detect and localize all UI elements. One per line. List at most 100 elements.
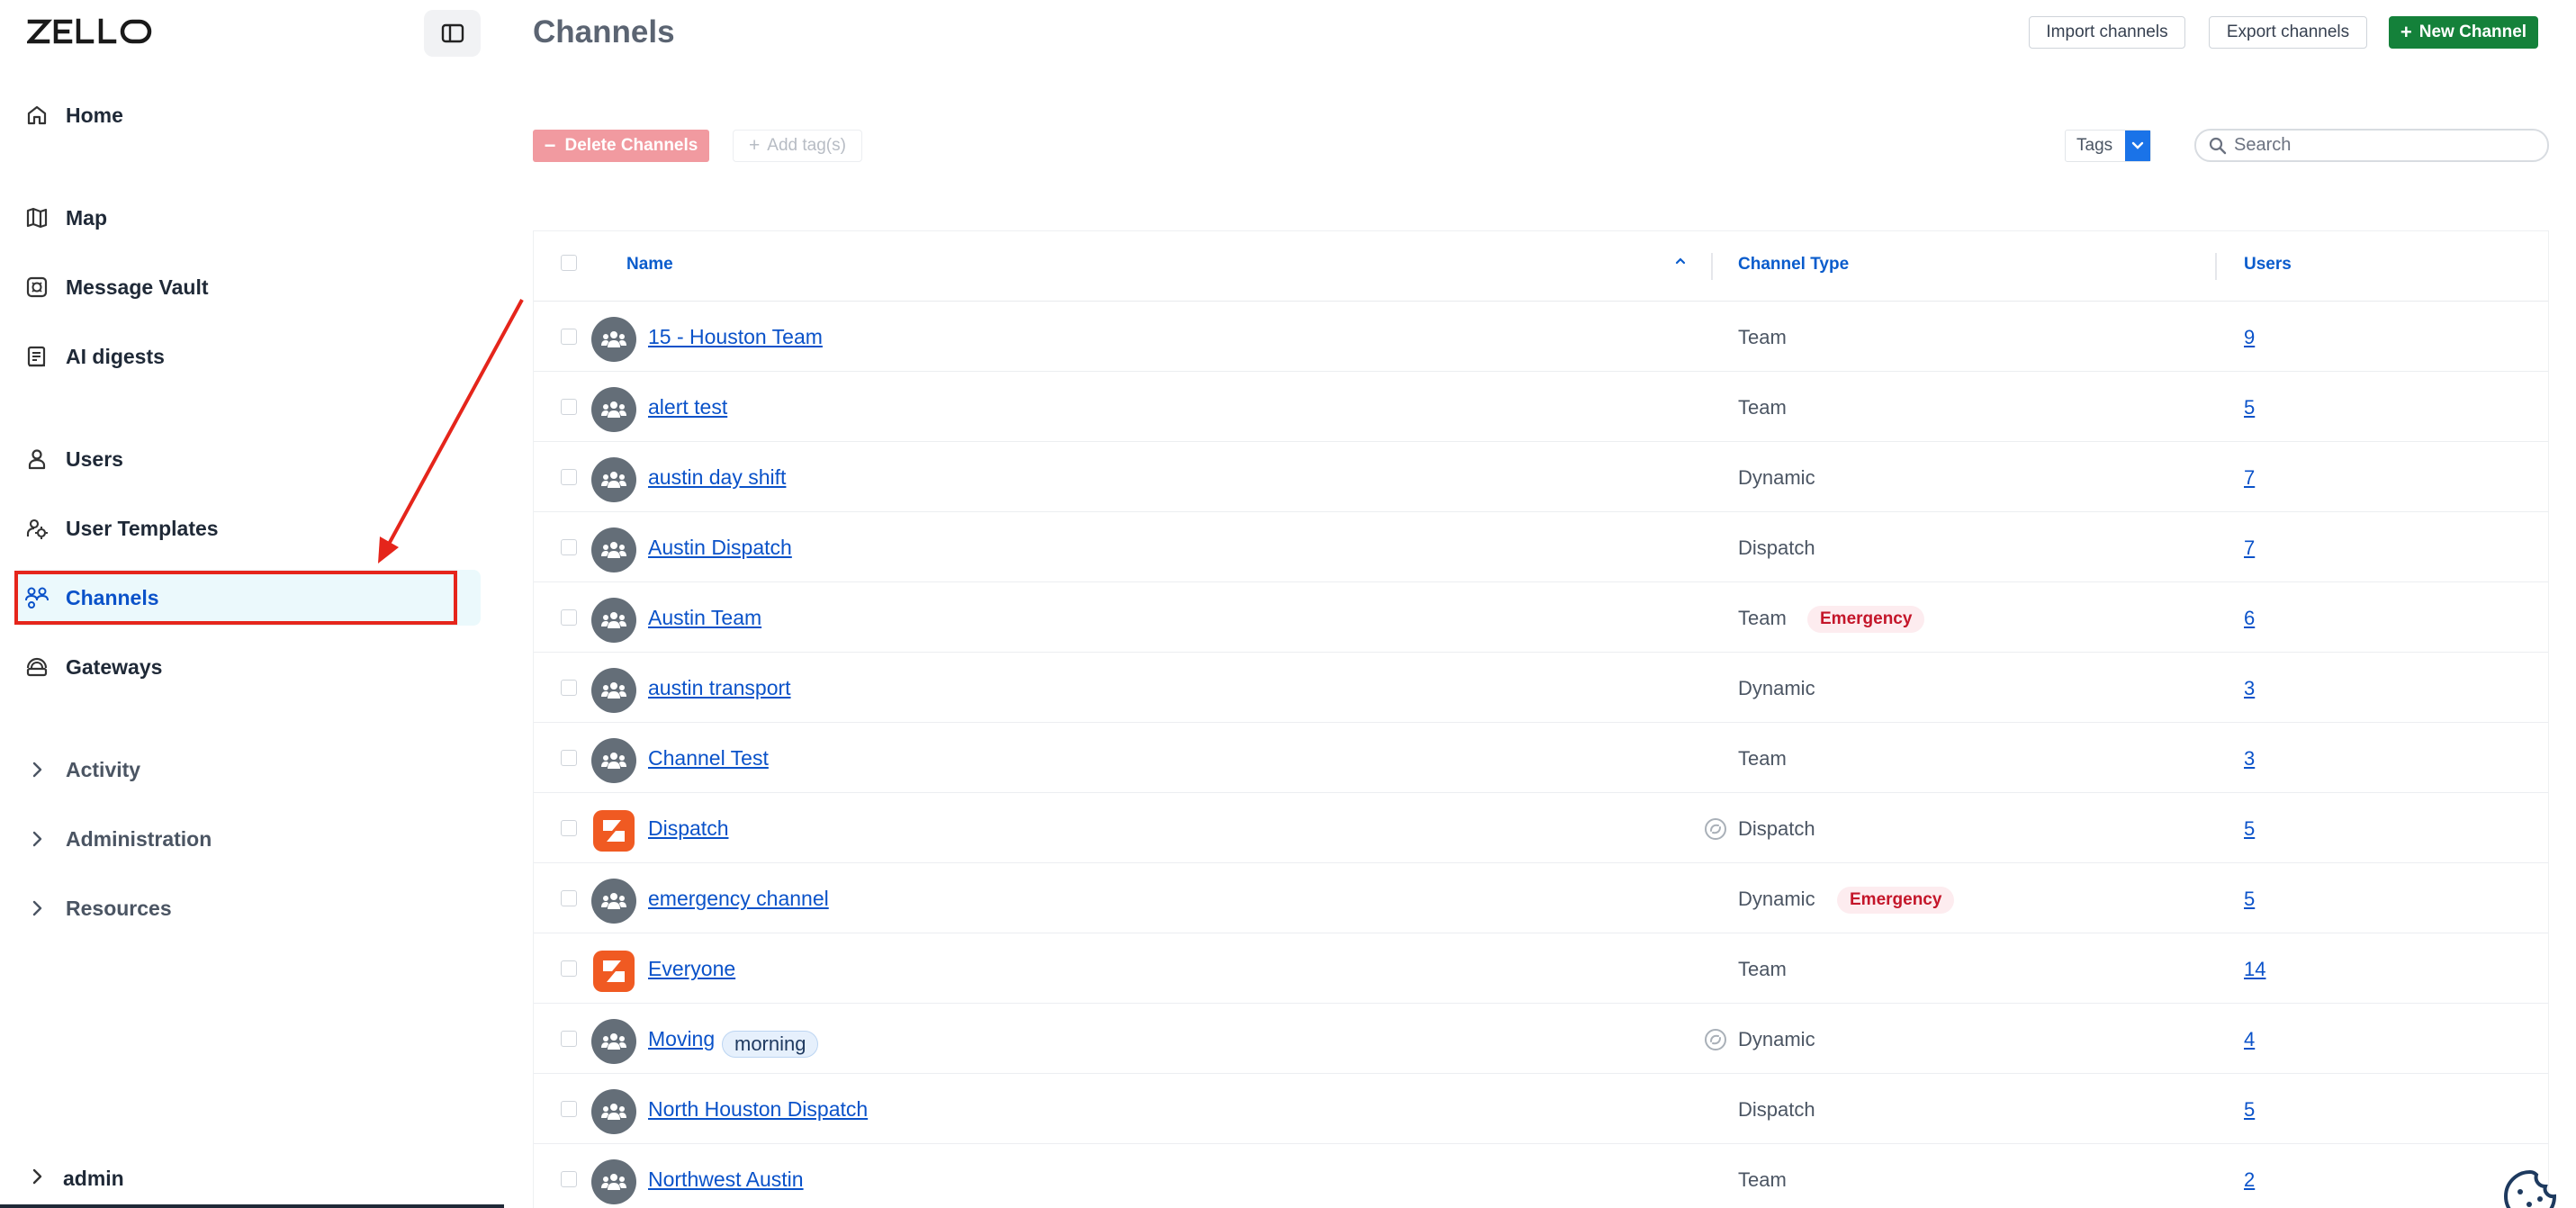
channel-type: Team — [1738, 747, 1787, 770]
table-row[interactable]: emergency channel Dynamic Emergency 5 — [534, 863, 2548, 933]
table-row[interactable]: alert test Team 5 — [534, 372, 2548, 442]
sidebar-item-label: User Templates — [66, 516, 219, 540]
users-count-link[interactable]: 5 — [2244, 396, 2255, 419]
row-checkbox[interactable] — [561, 750, 577, 766]
row-checkbox[interactable] — [561, 820, 577, 836]
search-input[interactable] — [2234, 135, 2540, 156]
sidebar-item-users[interactable]: Users — [14, 431, 481, 487]
column-header-name[interactable]: Name — [626, 255, 673, 275]
sidebar-item-label: Message Vault — [66, 275, 209, 299]
channel-name-link[interactable]: Austin Dispatch — [648, 536, 792, 560]
channel-name-link[interactable]: Austin Team — [648, 606, 761, 630]
row-checkbox[interactable] — [561, 1101, 577, 1117]
add-tags-button[interactable]: + Add tag(s) — [733, 130, 862, 162]
row-checkbox[interactable] — [561, 399, 577, 415]
users-count-link[interactable]: 14 — [2244, 958, 2265, 981]
table-row[interactable]: Austin Dispatch Dispatch 7 — [534, 512, 2548, 582]
table-row[interactable]: Dispatch Dispatch 5 — [534, 793, 2548, 863]
new-channel-button[interactable]: + New Channel — [2389, 16, 2538, 49]
row-checkbox[interactable] — [561, 469, 577, 485]
sidebar-item-message-vault[interactable]: Message Vault — [14, 259, 481, 315]
row-checkbox[interactable] — [561, 960, 577, 977]
account-menu[interactable]: admin — [27, 1167, 124, 1191]
channel-type: Dynamic — [1738, 1028, 1815, 1050]
table-row[interactable]: Austin Team Team Emergency 6 — [534, 582, 2548, 653]
users-count-link[interactable]: 2 — [2244, 1168, 2255, 1192]
users-count-link[interactable]: 3 — [2244, 747, 2255, 771]
users-count-link[interactable]: 6 — [2244, 607, 2255, 630]
shared-channel-icon — [1704, 1028, 1727, 1051]
table-row[interactable]: austin transport Dynamic 3 — [534, 653, 2548, 723]
row-checkbox[interactable] — [561, 609, 577, 626]
users-count-link[interactable]: 5 — [2244, 817, 2255, 841]
sidebar-item-gateways[interactable]: Gateways — [14, 639, 481, 695]
channels-table: Name Channel Type Users 15 - Houston Tea… — [533, 230, 2549, 1208]
users-count-link[interactable]: 7 — [2244, 466, 2255, 490]
column-header-channel-type[interactable]: Channel Type — [1738, 255, 1849, 275]
sidebar-item-user-templates[interactable]: User Templates — [14, 500, 481, 556]
sidebar-item-map[interactable]: Map — [14, 190, 481, 246]
table-row[interactable]: Moving morning Dynamic 4 — [534, 1004, 2548, 1074]
table-row[interactable]: austin day shift Dynamic 7 — [534, 442, 2548, 512]
channel-name-link[interactable]: Everyone — [648, 957, 735, 981]
map-icon — [23, 204, 50, 231]
table-row[interactable]: 15 - Houston Team Team 9 — [534, 302, 2548, 372]
channel-name-link[interactable]: austin day shift — [648, 465, 786, 490]
search-field[interactable] — [2194, 129, 2549, 162]
channel-name-link[interactable]: North Houston Dispatch — [648, 1097, 868, 1122]
table-row[interactable]: Channel Test Team 3 — [534, 723, 2548, 793]
row-checkbox[interactable] — [561, 1171, 577, 1187]
export-channels-button[interactable]: Export channels — [2209, 16, 2367, 49]
users-count-link[interactable]: 4 — [2244, 1028, 2255, 1051]
users-count-link[interactable]: 5 — [2244, 1098, 2255, 1122]
column-header-users[interactable]: Users — [2244, 255, 2292, 275]
chevron-right-icon — [23, 756, 50, 783]
channel-type: Dispatch — [1738, 536, 1815, 559]
channel-name-link[interactable]: Northwest Austin — [648, 1167, 804, 1192]
cookie-settings-icon[interactable] — [2499, 1167, 2562, 1208]
zello-logo-icon — [591, 949, 636, 994]
channel-name-link[interactable]: 15 - Houston Team — [648, 325, 823, 349]
sidebar-toggle-button[interactable] — [424, 10, 481, 57]
plus-icon: + — [2400, 21, 2412, 43]
group-icon — [591, 738, 636, 783]
zello-logo[interactable] — [27, 18, 155, 45]
table-row[interactable]: Everyone Team 14 — [534, 933, 2548, 1004]
sidebar-item-home[interactable]: Home — [14, 87, 481, 143]
sort-ascending-icon[interactable] — [1673, 254, 1688, 273]
users-count-link[interactable]: 5 — [2244, 888, 2255, 911]
select-all-checkbox[interactable] — [561, 255, 577, 271]
channel-name-link[interactable]: Dispatch — [648, 816, 728, 841]
channel-name-link[interactable]: emergency channel — [648, 887, 829, 911]
sidebar-group-administration[interactable]: Administration — [14, 811, 481, 867]
users-count-link[interactable]: 3 — [2244, 677, 2255, 700]
vault-icon — [23, 274, 50, 301]
sidebar-item-ai-digests[interactable]: AI digests — [14, 329, 481, 384]
sidebar-item-label: Users — [66, 446, 123, 471]
row-checkbox[interactable] — [561, 680, 577, 696]
emergency-badge: Emergency — [1837, 887, 1955, 914]
row-checkbox[interactable] — [561, 1031, 577, 1047]
delete-channels-button[interactable]: − Delete Channels — [533, 130, 709, 162]
table-row[interactable]: North Houston Dispatch Dispatch 5 — [534, 1074, 2548, 1144]
users-count-link[interactable]: 7 — [2244, 536, 2255, 560]
tags-filter-select[interactable]: Tags — [2065, 130, 2151, 162]
channel-type: Team — [1738, 396, 1787, 419]
channel-type: Dynamic — [1738, 888, 1815, 910]
users-count-link[interactable]: 9 — [2244, 326, 2255, 349]
sidebar: Home Map Message Vault AI digests Users … — [0, 0, 504, 1208]
channel-name-link[interactable]: Moving — [648, 1027, 715, 1051]
row-checkbox[interactable] — [561, 539, 577, 555]
digest-icon — [23, 343, 50, 370]
channel-name-link[interactable]: alert test — [648, 395, 727, 419]
sidebar-group-activity[interactable]: Activity — [14, 742, 481, 798]
group-icon — [591, 387, 636, 432]
row-checkbox[interactable] — [561, 890, 577, 906]
table-row[interactable]: Northwest Austin Team 2 — [534, 1144, 2548, 1208]
sidebar-group-resources[interactable]: Resources — [14, 880, 481, 936]
import-channels-button[interactable]: Import channels — [2029, 16, 2185, 49]
row-checkbox[interactable] — [561, 329, 577, 345]
channel-name-link[interactable]: Channel Test — [648, 746, 769, 771]
channel-name-link[interactable]: austin transport — [648, 676, 791, 700]
channel-tag[interactable]: morning — [722, 1031, 819, 1058]
